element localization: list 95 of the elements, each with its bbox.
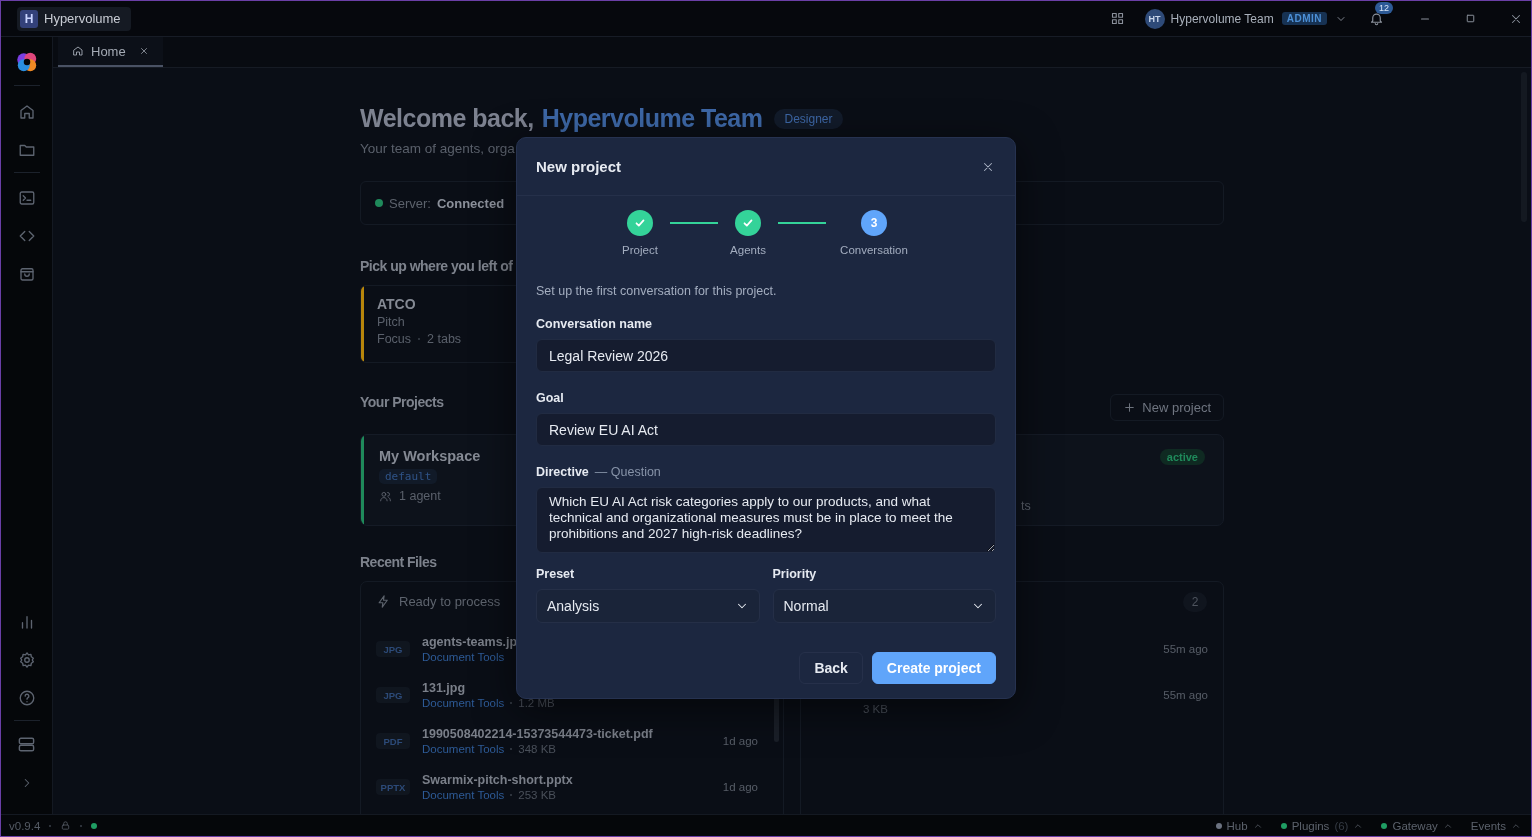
section-title: Your Projects [360, 394, 444, 410]
file-type-badge: JPG [376, 641, 410, 657]
server-icon[interactable] [17, 735, 36, 754]
field-label: Goal [536, 391, 564, 405]
field-label: Preset [536, 567, 575, 581]
tool-link[interactable]: Document Tools [422, 697, 505, 709]
status-label: Gateway [1392, 819, 1438, 832]
file-size: 253 KB [518, 789, 556, 801]
create-button[interactable]: Create project [871, 652, 996, 684]
back-button[interactable]: Back [799, 652, 863, 684]
panel-title: Ready to process [399, 594, 501, 609]
agent-count: ts [1021, 499, 1031, 513]
input-field[interactable]: Legal Review 2026 [536, 339, 996, 372]
user-name: Hypervolume Team [541, 104, 763, 133]
file-type-badge: PPTX [376, 779, 410, 795]
intro-text: Set up the first conversation for this project. [536, 284, 778, 298]
field-label: Directive [536, 465, 589, 479]
plugin-count: (6) [1334, 819, 1349, 832]
mode-label: Focus [377, 332, 412, 346]
file-row[interactable]: PDF 1990508402214-15373544473-ticket.pdf Document Tools 348 KB 1d ago [376, 718, 768, 764]
section-title: Recent Files [360, 554, 437, 570]
status-item[interactable]: Plugins (6) [1280, 819, 1364, 832]
directive-field[interactable]: Which EU AI Act risk categories apply to our products, and what technical and organizational measures must be in place to meet the prohibitions and 2027 high-risk deadlines? [536, 487, 996, 553]
status-item[interactable]: Events [1470, 819, 1521, 832]
input-field[interactable]: Review EU AI Act [536, 413, 996, 446]
server-label: Server: [389, 195, 431, 211]
grid-icon[interactable] [1109, 11, 1125, 26]
role-badge: ADMIN [1281, 12, 1327, 25]
file-name: 1990508402214-15373544473-ticket.pdf [422, 727, 654, 741]
file-time: 55m ago [1163, 643, 1208, 655]
section-title: Pick up where you left of [360, 258, 514, 274]
field-label: Conversation name [536, 317, 652, 331]
user-name[interactable]: Hypervolume Team [1170, 11, 1274, 26]
step-label: Agents [730, 244, 766, 256]
bag-icon[interactable] [17, 265, 36, 283]
dropdown[interactable]: Analysis [536, 589, 760, 623]
file-row[interactable]: JPG agents-teams.jp Document Tools [376, 626, 768, 672]
app-name: Hypervolume [44, 11, 121, 26]
card-title: ATCO [377, 296, 416, 312]
help-icon[interactable] [17, 689, 36, 707]
status-label: Events [1470, 819, 1506, 832]
maximize-icon[interactable] [1464, 12, 1477, 25]
card-subtitle: Pitch [377, 315, 405, 329]
status-item[interactable]: Gateway [1381, 819, 1453, 832]
home-icon [72, 45, 84, 57]
file-type-badge: JPG [376, 687, 410, 703]
tab-count: 2 tabs [427, 332, 462, 346]
close-icon[interactable] [138, 46, 149, 56]
home-icon[interactable] [17, 103, 36, 121]
card-title: My Workspace [379, 448, 481, 464]
subtitle: Your team of agents, orga [360, 141, 516, 156]
server-status: Connected [436, 195, 505, 211]
file-row[interactable]: PPTX Swarmix-pitch-short.pptx Document Tools 253 KB 1d ago [376, 764, 768, 810]
status-label: Hub [1226, 819, 1248, 832]
settings-icon[interactable] [17, 651, 36, 669]
file-name: Swarmix-pitch-short.pptx [422, 773, 574, 787]
file-time: 1d ago [722, 735, 758, 747]
status-item[interactable]: Hub [1215, 819, 1263, 832]
field-hint: — Question [594, 465, 661, 479]
agent-count: 1 agent [399, 489, 441, 503]
lightning-icon [376, 594, 391, 609]
notification-count: 12 [1375, 2, 1393, 14]
greeting: Welcome back, [360, 104, 534, 133]
file-time: 55m ago [1163, 689, 1208, 701]
version-label: v0.9.4 [9, 819, 41, 832]
status-dot [91, 822, 98, 829]
plus-icon [1123, 401, 1137, 414]
tag: default [379, 469, 438, 484]
file-size: 348 KB [518, 743, 556, 755]
app-title[interactable]: H Hypervolume [17, 6, 131, 31]
new-project-button[interactable]: New project [1110, 394, 1224, 421]
field-label: Priority [772, 567, 817, 581]
file-type-badge: PDF [376, 733, 410, 749]
tab[interactable]: Home [58, 37, 163, 67]
step-label: Project [622, 244, 658, 256]
tool-link[interactable]: Document Tools [422, 651, 505, 663]
dropdown[interactable]: Normal [772, 589, 996, 623]
lock-icon [60, 820, 72, 831]
status-label: Plugins [1291, 819, 1330, 832]
tool-link[interactable]: Document Tools [422, 789, 505, 801]
file-time: 1d ago [722, 781, 758, 793]
file-name: agents-teams.jp [422, 635, 519, 649]
step-circle: 3 [861, 210, 887, 236]
app-logo: H [20, 9, 38, 28]
terminal-icon[interactable] [17, 189, 36, 207]
users-icon [379, 489, 392, 503]
role-badge: Designer [774, 108, 843, 129]
dialog-title: New project [536, 158, 622, 175]
file-name: 131.jpg [422, 681, 467, 695]
count-badge: 2 [1183, 592, 1207, 612]
step-label: Conversation [840, 244, 908, 256]
tool-link[interactable]: Document Tools [422, 743, 505, 755]
user-avatar[interactable]: HT [1144, 8, 1165, 29]
status-badge: active [1159, 449, 1205, 465]
bell-icon[interactable] [1369, 11, 1384, 26]
